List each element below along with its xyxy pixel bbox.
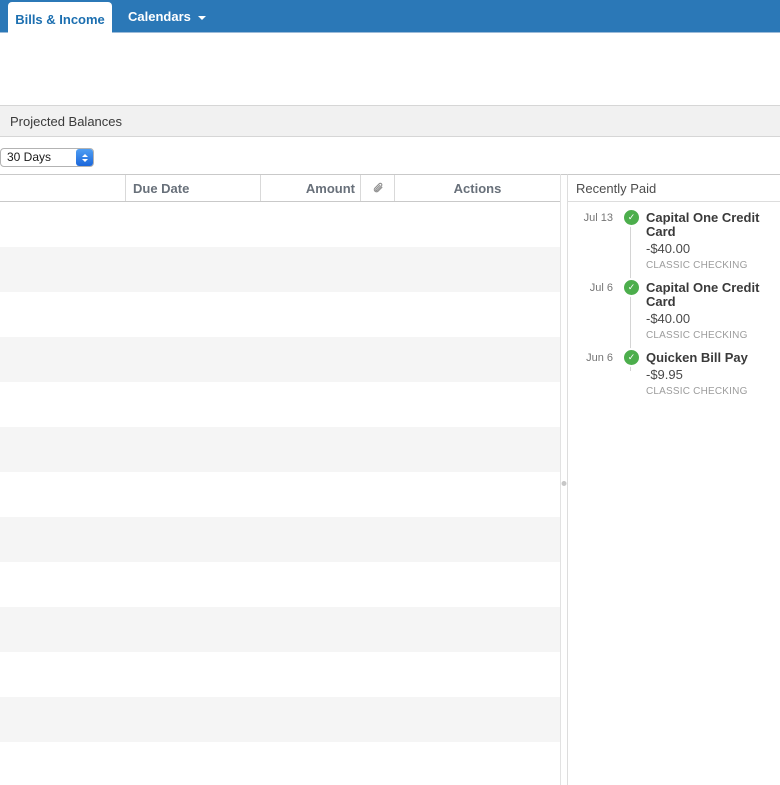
list-item[interactable]: Jul 13 ✓ Capital One Credit Card -$40.00…	[568, 210, 780, 272]
payment-date: Jul 13	[583, 212, 613, 224]
recently-paid-title: Recently Paid	[576, 180, 657, 196]
top-tab-bar: Calendars	[0, 0, 780, 33]
tab-calendars[interactable]: Calendars	[128, 0, 206, 33]
paperclip-icon	[373, 182, 382, 193]
payment-payee: Capital One Credit Card	[646, 280, 760, 309]
table-row	[0, 427, 560, 472]
list-item[interactable]: Jul 6 ✓ Capital One Credit Card -$40.00 …	[568, 280, 780, 342]
table-row	[0, 562, 560, 607]
payment-payee: Quicken Bill Pay	[646, 350, 748, 365]
range-select[interactable]: 30 Days	[0, 148, 94, 167]
column-header-amount[interactable]: Amount	[260, 175, 360, 201]
column-header-due-date[interactable]: Due Date	[125, 175, 260, 201]
table-row	[0, 247, 560, 292]
payment-amount: -$40.00	[646, 311, 691, 326]
payment-account: CLASSIC CHECKING	[646, 260, 748, 271]
payment-date: Jun 6	[586, 352, 613, 364]
list-item[interactable]: Jun 6 ✓ Quicken Bill Pay -$9.95 CLASSIC …	[568, 350, 780, 398]
paid-check-icon: ✓	[624, 210, 639, 225]
table-row	[0, 292, 560, 337]
column-header-name[interactable]	[0, 175, 125, 201]
pane-splitter[interactable]	[561, 174, 568, 785]
recently-paid-list: Jul 13 ✓ Capital One Credit Card -$40.00…	[568, 202, 780, 398]
table-row	[0, 202, 560, 247]
select-stepper-icon	[76, 149, 93, 166]
table-row	[0, 337, 560, 382]
paid-check-icon: ✓	[624, 350, 639, 365]
splitter-handle-icon[interactable]	[561, 481, 567, 486]
tab-bills-income[interactable]: Bills & Income	[8, 2, 112, 36]
table-row	[0, 607, 560, 652]
payment-amount: -$40.00	[646, 241, 691, 256]
recently-paid-panel: Recently Paid Jul 13 ✓ Capital One Credi…	[568, 174, 780, 785]
table-row	[0, 382, 560, 427]
chevron-down-icon	[197, 15, 206, 20]
payment-account: CLASSIC CHECKING	[646, 386, 748, 397]
table-row	[0, 472, 560, 517]
main-content: Due Date Amount Actions Recently Paid Ju…	[0, 174, 780, 785]
table-row	[0, 742, 560, 785]
projected-balances-bar: Projected Balances	[0, 105, 780, 137]
table-row	[0, 652, 560, 697]
paid-check-icon: ✓	[624, 280, 639, 295]
recently-paid-header: Recently Paid	[568, 174, 780, 202]
table-row	[0, 697, 560, 742]
column-header-attachment[interactable]	[360, 175, 394, 201]
payment-account: CLASSIC CHECKING	[646, 330, 748, 341]
payment-payee: Capital One Credit Card	[646, 210, 760, 239]
table-row	[0, 517, 560, 562]
tab-bills-income-label: Bills & Income	[15, 11, 105, 27]
projected-balances-title: Projected Balances	[10, 113, 123, 129]
column-header-actions[interactable]: Actions	[394, 175, 560, 201]
payment-amount: -$9.95	[646, 367, 683, 382]
bills-table-rows	[0, 202, 560, 785]
bills-table: Due Date Amount Actions	[0, 174, 561, 785]
bills-table-header: Due Date Amount Actions	[0, 174, 560, 202]
payment-date: Jul 6	[589, 282, 613, 294]
tab-calendars-label: Calendars	[128, 9, 191, 24]
